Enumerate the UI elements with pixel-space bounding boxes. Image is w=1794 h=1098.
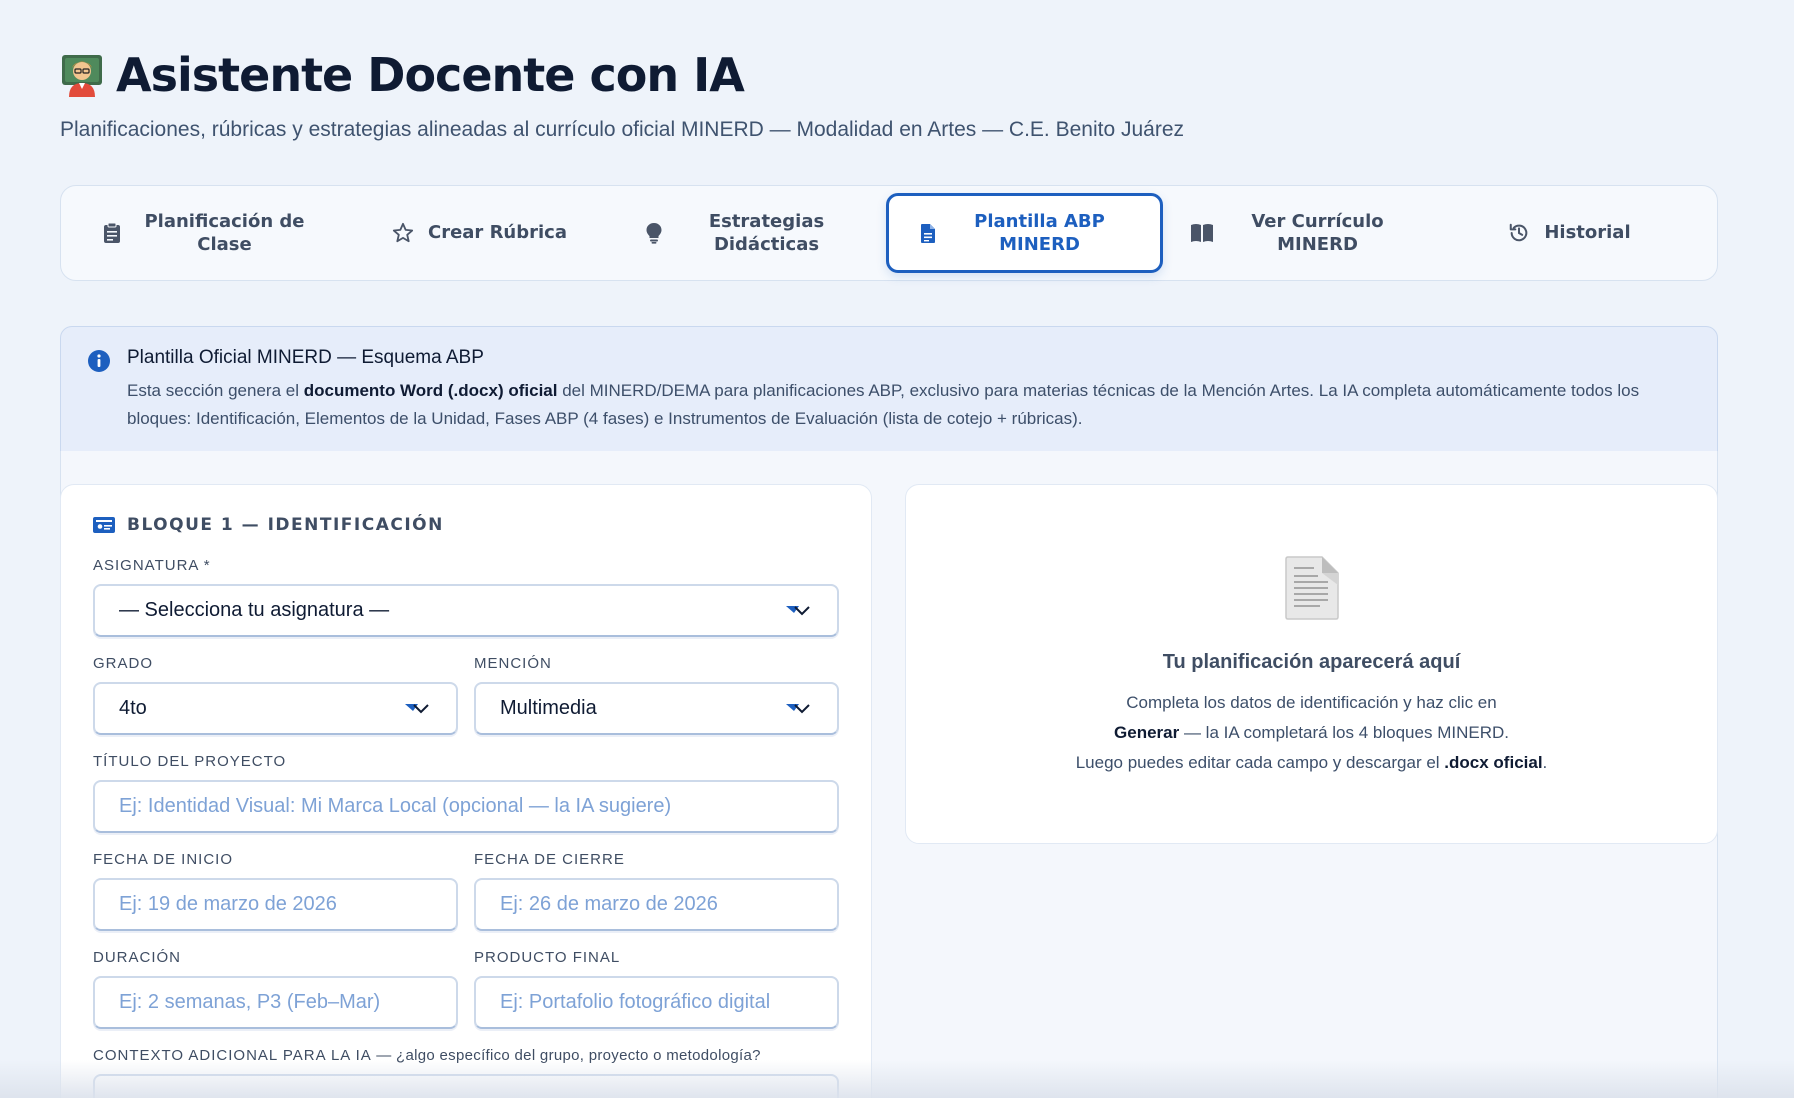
main-tabs: Planificación de Clase Crear Rúbrica Est… — [60, 185, 1718, 281]
tab-label: Planificación de Clase — [144, 210, 305, 255]
fecha-cierre-input[interactable]: Ej: 26 de marzo de 2026 — [474, 878, 839, 931]
mencion-select[interactable]: Multimedia — [474, 682, 839, 735]
document-preview-icon — [1284, 555, 1340, 621]
tab-planificacion[interactable]: Planificación de Clase — [73, 193, 344, 273]
tab-estrategias[interactable]: Estrategias Didácticas — [615, 193, 886, 273]
teacher-emoji-icon — [60, 53, 104, 97]
book-icon — [1190, 224, 1213, 242]
mencion-label: MENCIÓN — [474, 655, 552, 672]
tab-historial[interactable]: Historial — [1434, 193, 1705, 273]
preview-panel: Tu planificación aparecerá aquí Completa… — [905, 484, 1718, 844]
grado-label: GRADO — [93, 655, 154, 672]
info-banner: Plantilla Oficial MINERD — Esquema ABP E… — [60, 326, 1718, 452]
asignatura-label: ASIGNATURA * — [93, 557, 211, 574]
page-subtitle: Planificaciones, rúbricas y estrategias … — [60, 118, 1185, 141]
info-title: Plantilla Oficial MINERD — Esquema ABP — [127, 347, 484, 368]
document-icon — [920, 223, 935, 243]
info-icon — [88, 350, 110, 372]
titulo-label: TÍTULO DEL PROYECTO — [93, 753, 287, 770]
grado-select[interactable]: 4to — [93, 682, 458, 735]
tab-plantilla-abp[interactable]: Plantilla ABP MINERD — [886, 193, 1163, 273]
id-card-icon — [93, 517, 115, 533]
page-header: Asistente Docente con IA Planificaciones… — [60, 48, 1184, 142]
fecha-inicio-label: FECHA DE INICIO — [93, 851, 234, 868]
producto-final-label: PRODUCTO FINAL — [474, 949, 621, 966]
duracion-label: DURACIÓN — [93, 949, 182, 966]
tab-label: Plantilla ABP MINERD — [974, 210, 1105, 255]
preview-title: Tu planificación aparecerá aquí — [1162, 651, 1461, 673]
tab-label: Crear Rúbrica — [427, 222, 567, 244]
page-title: Asistente Docente con IA — [116, 48, 745, 102]
fecha-inicio-input[interactable]: Ej: 19 de marzo de 2026 — [93, 878, 458, 931]
duracion-input[interactable]: Ej: 2 semanas, P3 (Feb–Mar) — [93, 976, 458, 1029]
fecha-cierre-label: FECHA DE CIERRE — [474, 851, 625, 868]
info-text: Esta sección genera el documento Word (.… — [127, 381, 1640, 428]
tab-label: Ver Currículo MINERD — [1251, 210, 1384, 255]
chevron-down-icon — [785, 604, 813, 618]
chevron-down-icon — [404, 702, 432, 716]
producto-final-input[interactable]: Ej: Portafolio fotográfico digital — [474, 976, 839, 1029]
identification-form: BLOQUE 1 — IDENTIFICACIÓN ASIGNATURA * —… — [60, 484, 872, 1098]
tab-crear-rubrica[interactable]: Crear Rúbrica — [344, 193, 615, 273]
tab-label: Historial — [1544, 222, 1631, 244]
lightbulb-icon — [646, 223, 661, 244]
chevron-down-icon — [785, 702, 813, 716]
block-title: BLOQUE 1 — IDENTIFICACIÓN — [93, 515, 839, 535]
bottom-fade — [0, 1060, 1794, 1098]
tab-ver-curriculo[interactable]: Ver Currículo MINERD — [1163, 193, 1434, 273]
history-icon — [1510, 223, 1528, 242]
asignatura-select[interactable]: — Selecciona tu asignatura — — [93, 584, 839, 637]
preview-description: Completa los datos de identificación y h… — [1075, 693, 1548, 772]
titulo-input[interactable]: Ej: Identidad Visual: Mi Marca Local (op… — [93, 780, 839, 833]
star-icon — [392, 222, 414, 243]
tab-label: Estrategias Didácticas — [708, 210, 825, 255]
clipboard-icon — [103, 222, 120, 243]
